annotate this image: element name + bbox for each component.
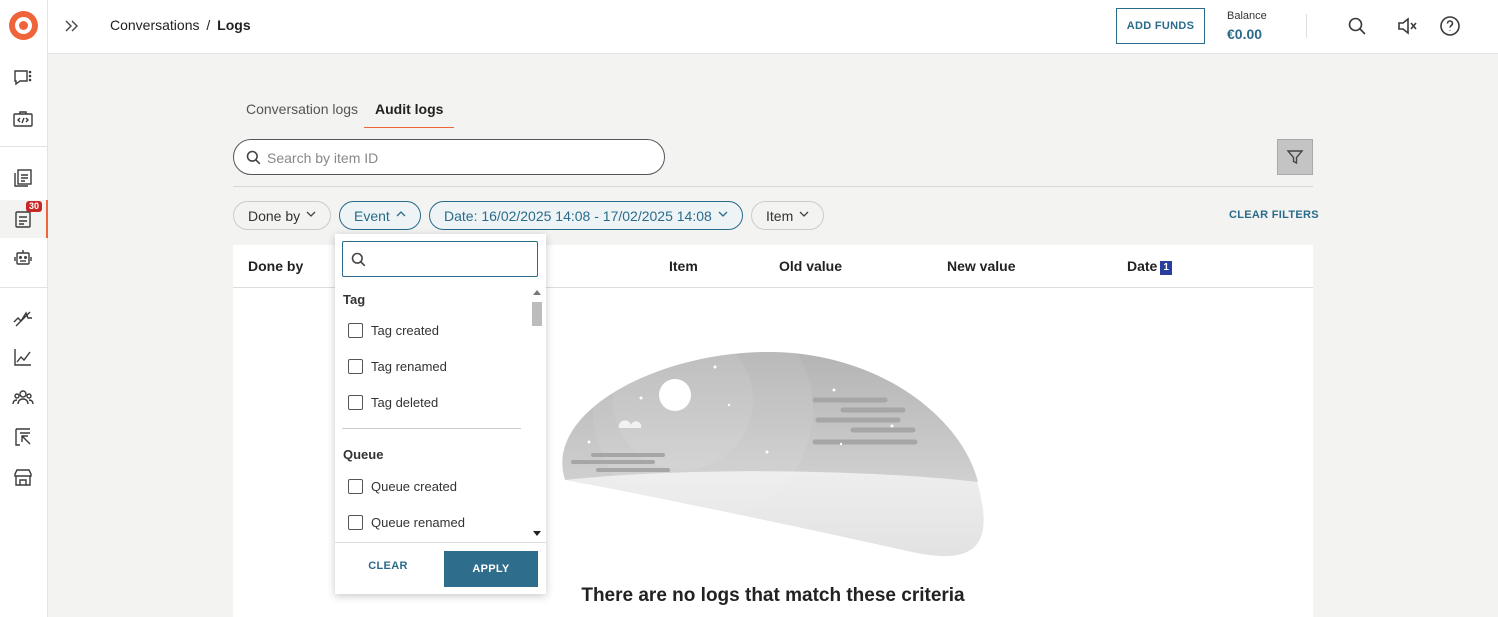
filter-chip-event[interactable]: Event <box>339 201 421 230</box>
chevron-down-icon <box>306 209 316 222</box>
filter-chip-item[interactable]: Item <box>751 201 825 230</box>
column-header-date[interactable]: Date 1 <box>1127 258 1172 275</box>
column-header-done-by[interactable]: Done by <box>248 258 303 274</box>
option-tag-deleted[interactable]: Tag deleted <box>348 395 438 410</box>
clear-filters-link[interactable]: CLEAR FILTERS <box>1229 209 1319 221</box>
scroll-thumb[interactable] <box>532 302 542 326</box>
topbar-divider <box>1306 14 1307 38</box>
option-tag-created[interactable]: Tag created <box>348 323 439 338</box>
chevron-down-icon <box>799 209 809 222</box>
reports-icon[interactable] <box>12 167 34 189</box>
checkbox[interactable] <box>348 359 363 374</box>
breadcrumb-separator: / <box>206 17 211 33</box>
filter-chip-date[interactable]: Date: 16/02/2025 14:08 - 17/02/2025 14:0… <box>429 201 743 230</box>
filter-button[interactable] <box>1277 139 1313 175</box>
conversations-icon[interactable] <box>12 67 34 89</box>
checkbox[interactable] <box>348 395 363 410</box>
apply-button[interactable]: APPLY <box>444 551 538 587</box>
column-header-new-value[interactable]: New value <box>947 258 1015 274</box>
dropdown-footer-divider <box>335 542 546 543</box>
search-input[interactable] <box>267 148 647 167</box>
tab-conversation-logs[interactable]: Conversation logs <box>246 101 358 128</box>
breadcrumb: Conversations / Logs <box>110 17 251 33</box>
store-icon[interactable] <box>12 466 34 488</box>
chevron-down-icon <box>718 209 728 222</box>
group-label-tag: Tag <box>343 292 366 307</box>
team-icon[interactable] <box>12 386 34 408</box>
balance-label: Balance <box>1227 10 1267 22</box>
scroll-down-arrow-icon[interactable] <box>533 531 541 536</box>
sidebar: 30 <box>0 0 48 617</box>
bot-icon[interactable] <box>12 246 34 268</box>
chevron-up-icon <box>396 209 406 222</box>
option-label: Tag renamed <box>371 359 447 374</box>
scroll-up-arrow-icon[interactable] <box>533 290 541 295</box>
chip-label: Done by <box>248 207 301 224</box>
option-label: Queue renamed <box>371 515 465 530</box>
tab-audit-logs[interactable]: Audit logs <box>364 101 455 128</box>
option-tag-renamed[interactable]: Tag renamed <box>348 359 447 374</box>
search-icon <box>246 150 261 165</box>
analytics-icon[interactable] <box>12 346 34 368</box>
top-bar: Conversations / Logs ADD FUNDS Balance €… <box>48 0 1498 54</box>
divider <box>233 186 1313 187</box>
app-logo[interactable] <box>9 11 38 40</box>
import-icon[interactable] <box>12 426 34 448</box>
option-queue-renamed[interactable]: Queue renamed <box>348 515 465 530</box>
filter-icon <box>1286 150 1304 165</box>
column-header-item[interactable]: Item <box>669 258 698 274</box>
group-label-queue: Queue <box>343 447 384 462</box>
help-icon[interactable] <box>1439 15 1461 37</box>
event-filter-dropdown: Tag Tag created Tag renamed Tag deleted … <box>335 234 546 594</box>
sound-muted-icon[interactable] <box>1396 15 1418 37</box>
search-icon <box>351 252 366 267</box>
scrollbar[interactable] <box>530 286 544 542</box>
checkbox[interactable] <box>348 323 363 338</box>
option-label: Tag deleted <box>371 395 439 410</box>
chip-label: Event <box>354 207 390 224</box>
expand-sidebar-icon[interactable] <box>62 16 82 36</box>
balance-value: €0.00 <box>1227 26 1263 42</box>
search-box <box>233 139 665 175</box>
column-header-date-label: Date <box>1127 258 1158 274</box>
chip-label: Item <box>766 207 794 224</box>
breadcrumb-current: Logs <box>217 17 251 33</box>
clear-button[interactable]: CLEAR <box>351 560 425 576</box>
filter-chip-done-by[interactable]: Done by <box>233 201 332 230</box>
breadcrumb-parent[interactable]: Conversations <box>110 17 200 33</box>
column-header-old-value[interactable]: Old value <box>779 258 842 274</box>
event-search-field[interactable] <box>342 241 538 277</box>
search-icon[interactable] <box>1346 15 1368 37</box>
checkbox[interactable] <box>348 479 363 494</box>
option-label: Queue created <box>371 479 458 494</box>
activity-icon[interactable] <box>12 308 34 330</box>
chip-label: Date: 16/02/2025 14:08 - 17/02/2025 14:0… <box>444 207 712 224</box>
sidebar-divider <box>0 287 48 288</box>
option-label: Tag created <box>371 323 439 338</box>
add-funds-button[interactable]: ADD FUNDS <box>1116 8 1205 44</box>
developer-icon[interactable] <box>12 108 34 130</box>
sort-order-badge: 1 <box>1160 261 1172 275</box>
sidebar-divider <box>0 146 48 147</box>
sidebar-badge: 30 <box>26 201 43 212</box>
sidebar-active-indicator <box>46 200 48 238</box>
empty-state-illustration <box>562 350 984 557</box>
checkbox[interactable] <box>348 515 363 530</box>
group-divider <box>342 428 521 429</box>
event-options-list[interactable]: Tag Tag created Tag renamed Tag deleted … <box>335 286 546 542</box>
option-queue-created[interactable]: Queue created <box>348 479 457 494</box>
